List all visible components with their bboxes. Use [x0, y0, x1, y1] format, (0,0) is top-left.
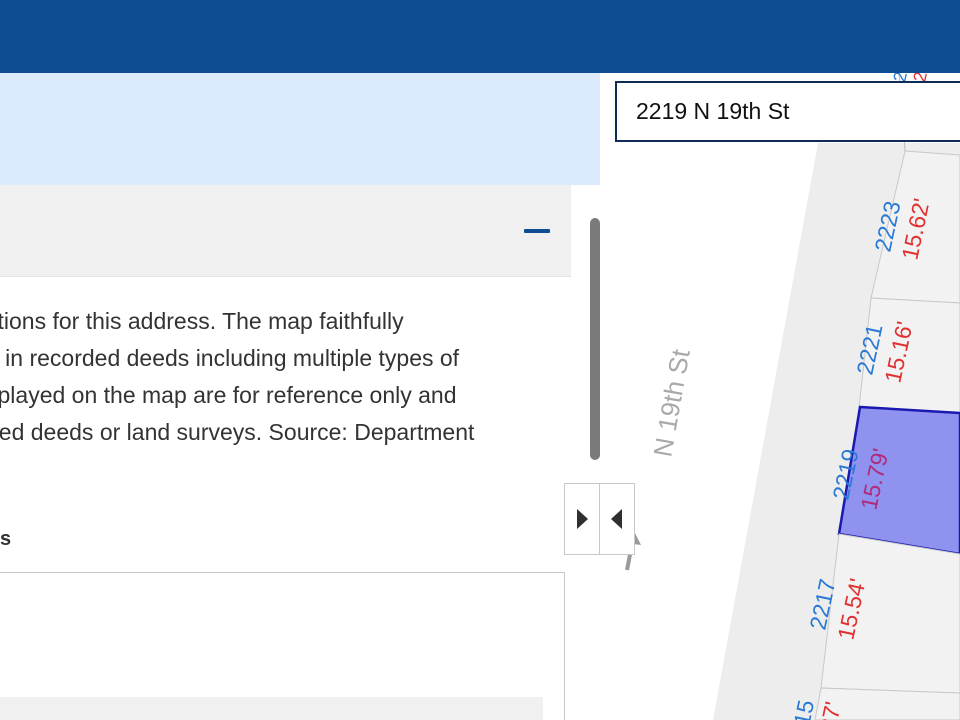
- description-text: ctions for this address. The map faithfu…: [0, 303, 556, 451]
- collapse-icon: [524, 229, 550, 233]
- description-line: ctions for this address. The map faithfu…: [0, 308, 404, 334]
- list-footer: [0, 697, 543, 720]
- description-line: ded deeds or land surveys. Source: Depar…: [0, 419, 475, 445]
- info-band: [0, 73, 600, 185]
- play-right-icon: [577, 509, 588, 529]
- collapse-button[interactable]: [522, 225, 552, 237]
- street-label: N 19th St: [647, 346, 696, 459]
- description-line: splayed on the map are for reference onl…: [0, 382, 457, 408]
- left-panel: ctions for this address. The map faithfu…: [0, 73, 600, 720]
- section-header[interactable]: [0, 185, 571, 277]
- panel-toggle-group: [564, 483, 637, 556]
- scrollbar-thumb[interactable]: [590, 218, 600, 460]
- subsection-label: s: [0, 528, 12, 550]
- map[interactable]: 2 2 N 19th St 2223 15.62' 2221 15.16' 22…: [603, 73, 960, 720]
- expand-right-button[interactable]: [564, 483, 600, 555]
- map-canvas[interactable]: 2 2 N 19th St 2223 15.62' 2221 15.16' 22…: [603, 73, 960, 720]
- description-line: d in recorded deeds including multiple t…: [0, 345, 460, 371]
- play-left-icon: [611, 509, 622, 529]
- expand-left-button[interactable]: [599, 483, 635, 555]
- top-bar: [0, 0, 960, 73]
- address-search-input[interactable]: [615, 81, 960, 142]
